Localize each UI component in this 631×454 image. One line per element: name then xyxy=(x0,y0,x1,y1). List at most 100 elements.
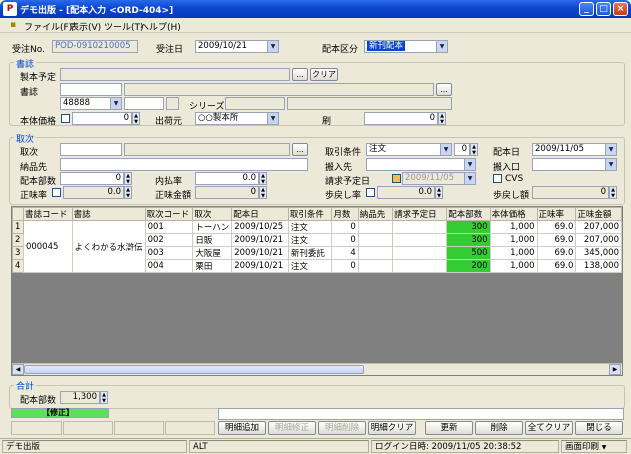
minimize-button[interactable]: _ xyxy=(579,2,594,16)
net-amount-field[interactable]: 0 xyxy=(195,186,259,199)
menu-help[interactable]: ヘルプ(H) xyxy=(140,20,181,33)
book-code-cell[interactable]: 000045 xyxy=(22,220,73,273)
billing-date-checkbox[interactable] xyxy=(392,174,401,183)
order-date-combo[interactable]: 2009/10/21 ▼ xyxy=(195,40,279,53)
detail-edit-button[interactable]: 明細修正 xyxy=(268,421,316,435)
print-field[interactable]: 0 xyxy=(364,112,438,125)
date-cell[interactable]: 2009/10/21 xyxy=(231,246,289,260)
terms-cell[interactable]: 注文 xyxy=(287,220,333,234)
terms-num-field[interactable]: 0 xyxy=(454,143,470,156)
chevron-down-icon[interactable]: ▼ xyxy=(110,98,121,109)
return-rate-spinner[interactable]: ▲ ▼ xyxy=(435,186,443,199)
title-bar[interactable]: P デモ出版 - [配本入力 <ORD-404>] _ □ × xyxy=(0,0,631,18)
billing-cell[interactable] xyxy=(392,246,448,260)
billing-cell[interactable] xyxy=(392,220,448,234)
scroll-right-icon[interactable]: ▶ xyxy=(609,364,621,375)
net-cell[interactable]: 138,000 xyxy=(575,259,622,273)
inner-rate-spinner[interactable]: ▲ ▼ xyxy=(259,172,267,185)
category-combo[interactable]: 新刊配本 ▼ xyxy=(364,40,448,53)
net-amount-spinner[interactable]: ▲ ▼ xyxy=(259,186,267,199)
detail-add-button[interactable]: 明細追加 xyxy=(218,421,266,435)
chevron-down-icon[interactable]: ▼ xyxy=(464,159,475,170)
delivery-cell[interactable] xyxy=(357,259,394,273)
col-header[interactable]: 正味率 xyxy=(536,207,577,221)
chevron-down-icon[interactable]: ▼ xyxy=(605,159,616,170)
book-code2-field[interactable] xyxy=(124,97,164,110)
col-header[interactable]: 取次コード xyxy=(144,207,194,221)
carry-gate-combo[interactable]: ▼ xyxy=(532,158,617,171)
dealer-code-field[interactable] xyxy=(60,143,122,156)
billing-cell[interactable] xyxy=(392,259,448,273)
chevron-down-icon[interactable]: ▼ xyxy=(267,41,278,52)
price-cell[interactable]: 1,000 xyxy=(489,246,538,260)
menu-file[interactable]: ファイル(F) xyxy=(24,20,72,33)
dealer-code-cell[interactable]: 003 xyxy=(144,246,194,260)
dealer-code-cell[interactable]: 004 xyxy=(144,259,194,273)
delivery-cell[interactable] xyxy=(357,233,394,247)
row-number[interactable]: 4 xyxy=(12,259,24,273)
rate-spinner[interactable]: ▲ ▼ xyxy=(124,186,132,199)
terms-combo[interactable]: 注文 ▼ xyxy=(366,143,452,156)
close-button[interactable]: 閉じる xyxy=(575,421,623,435)
book-search-button[interactable]: ... xyxy=(436,83,452,96)
col-header[interactable]: 請求予定日 xyxy=(392,207,448,221)
count-cell[interactable]: 300 xyxy=(446,220,491,234)
detail-grid[interactable]: 書誌コード 書誌 取次コード 取次 配本日 取引条件 月数 納品先 請求予定日 … xyxy=(11,206,623,376)
chevron-down-icon[interactable]: ▼ xyxy=(440,144,451,155)
count-field[interactable]: 0 xyxy=(60,172,124,185)
update-button[interactable]: 更新 xyxy=(425,421,473,435)
col-header[interactable]: 取引条件 xyxy=(287,207,333,221)
months-cell[interactable]: 0 xyxy=(331,259,359,273)
dist-date-combo[interactable]: 2009/11/05 ▼ xyxy=(532,143,617,156)
detail-clear-button[interactable]: 明細クリア xyxy=(368,421,416,435)
billing-cell[interactable] xyxy=(392,233,448,247)
dealer-cell[interactable]: トーハン xyxy=(192,220,233,234)
count-cell[interactable]: 200 xyxy=(446,259,491,273)
dealer-code-cell[interactable]: 001 xyxy=(144,220,194,234)
rate-cell[interactable]: 69.0 xyxy=(536,246,577,260)
col-header[interactable]: 書誌コード xyxy=(22,207,73,221)
planned-clear-button[interactable]: クリア xyxy=(310,68,338,81)
shipper-combo[interactable]: ○○製本所 ▼ xyxy=(195,112,279,125)
row-number[interactable]: 3 xyxy=(12,246,24,260)
return-rate-field[interactable]: 0.0 xyxy=(377,186,435,199)
row-number[interactable]: 2 xyxy=(12,233,24,247)
chevron-down-icon[interactable]: ▼ xyxy=(436,41,447,52)
menu-doc-icon[interactable]: ▪ xyxy=(10,20,16,30)
detail-delete-button[interactable]: 明細削除 xyxy=(318,421,366,435)
delivery-field[interactable] xyxy=(60,158,308,171)
col-header[interactable]: 配本部数 xyxy=(446,207,491,221)
net-cell[interactable]: 207,000 xyxy=(575,220,622,234)
col-header[interactable]: 納品先 xyxy=(357,207,394,221)
chevron-down-icon[interactable]: ▼ xyxy=(464,173,475,184)
inner-rate-field[interactable]: 0.0 xyxy=(195,172,259,185)
col-header[interactable]: 書誌 xyxy=(71,207,146,221)
price-cell[interactable]: 1,000 xyxy=(489,259,538,273)
rate-cell[interactable]: 69.0 xyxy=(536,259,577,273)
book-code-field[interactable] xyxy=(60,83,122,96)
return-amount-spinner[interactable]: ▲ ▼ xyxy=(609,186,617,199)
planned-field[interactable] xyxy=(60,68,290,81)
net-cell[interactable]: 207,000 xyxy=(575,233,622,247)
book-code1-combo[interactable]: 48888 ▼ xyxy=(60,97,122,110)
price-checkbox[interactable] xyxy=(61,114,70,123)
col-header[interactable]: 本体価格 xyxy=(489,207,538,221)
terms-cell[interactable]: 注文 xyxy=(287,259,333,273)
col-header[interactable]: 配本日 xyxy=(231,207,289,221)
months-cell[interactable]: 4 xyxy=(331,246,359,260)
net-cell[interactable]: 345,000 xyxy=(575,246,622,260)
table-row[interactable]: 1 000045 よくわかる水滸伝 001 トーハン 2009/10/25 注文… xyxy=(12,220,622,273)
date-cell[interactable]: 2009/10/21 xyxy=(231,233,289,247)
total-count-spinner[interactable]: ▲ ▼ xyxy=(100,391,108,404)
dealer-cell[interactable]: 大阪屋 xyxy=(192,246,233,260)
delivery-cell[interactable] xyxy=(357,220,394,234)
dealer-search-button[interactable]: ... xyxy=(292,143,308,156)
maximize-button[interactable]: □ xyxy=(596,2,611,16)
dealer-cell[interactable]: 日販 xyxy=(192,233,233,247)
col-header[interactable]: 取次 xyxy=(192,207,233,221)
count-cell[interactable]: 300 xyxy=(446,233,491,247)
chevron-down-icon[interactable]: ▼ xyxy=(267,113,278,124)
scroll-left-icon[interactable]: ◀ xyxy=(12,364,24,375)
close-window-button[interactable]: × xyxy=(613,2,628,16)
print-screen-button[interactable]: 画面印刷 ▼ xyxy=(561,440,627,453)
